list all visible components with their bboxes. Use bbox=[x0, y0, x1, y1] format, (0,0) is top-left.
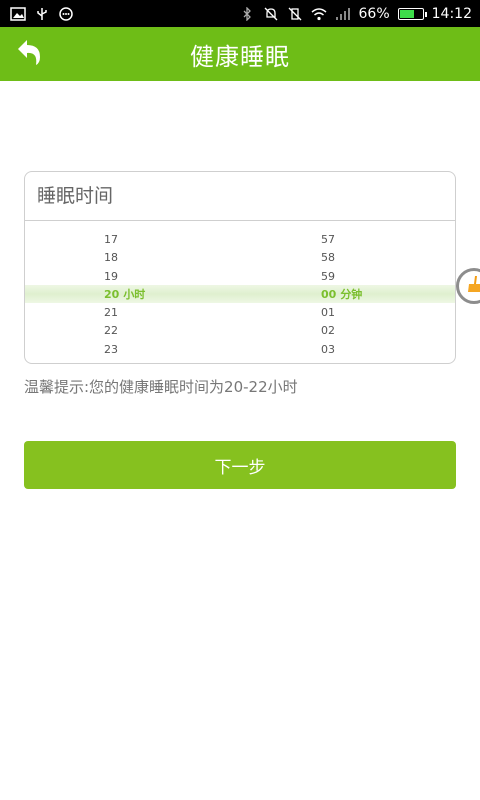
battery-icon bbox=[397, 7, 427, 20]
app-header: 健康睡眠 bbox=[0, 27, 480, 81]
minute-option[interactable]: 01 bbox=[321, 304, 362, 322]
hour-wheel[interactable]: 17 18 19 20 小时 21 22 23 bbox=[104, 231, 145, 359]
bluetooth-icon bbox=[239, 6, 255, 21]
hour-option-value: 20 bbox=[104, 287, 120, 301]
vibrate-off-icon bbox=[287, 7, 303, 21]
minute-option-value: 59 bbox=[321, 269, 335, 283]
status-bar: 66% 14:12 bbox=[0, 0, 480, 27]
minute-option-selected[interactable]: 00 分钟 bbox=[321, 286, 362, 304]
minute-option-value: 00 bbox=[321, 287, 337, 301]
minute-option[interactable]: 59 bbox=[321, 268, 362, 286]
hour-option[interactable]: 21 bbox=[104, 304, 145, 322]
sleep-hint-text: 温馨提示:您的健康睡眠时间为20-22小时 bbox=[24, 378, 298, 396]
minute-option-value: 57 bbox=[321, 233, 335, 246]
hour-option-value: 23 bbox=[104, 342, 118, 356]
time-picker: 17 18 19 20 小时 21 22 23 57 58 59 00 分钟 01 02 03 bbox=[25, 221, 455, 363]
minute-option-value: 01 bbox=[321, 306, 335, 320]
minute-option[interactable]: 58 bbox=[321, 249, 362, 267]
hour-option[interactable]: 19 bbox=[104, 268, 145, 286]
page-title: 健康睡眠 bbox=[190, 42, 290, 71]
mute-icon bbox=[263, 7, 279, 21]
hour-option-value: 19 bbox=[104, 269, 118, 283]
signal-icon bbox=[335, 7, 351, 21]
hour-option[interactable]: 17 bbox=[104, 231, 145, 249]
broom-icon bbox=[465, 275, 480, 297]
minute-option-value: 02 bbox=[321, 324, 335, 338]
hour-option-selected[interactable]: 20 小时 bbox=[104, 286, 145, 304]
usb-icon bbox=[34, 7, 50, 21]
wifi-icon bbox=[311, 7, 327, 21]
status-time: 14:12 bbox=[431, 5, 472, 22]
back-button[interactable] bbox=[8, 33, 50, 75]
picker-selection-band bbox=[25, 285, 455, 303]
battery-percent: 66% bbox=[358, 5, 390, 22]
image-icon bbox=[10, 6, 26, 21]
hour-option-value: 21 bbox=[104, 306, 118, 320]
hour-option-value: 17 bbox=[104, 233, 118, 246]
minute-option[interactable]: 57 bbox=[321, 231, 362, 249]
floating-assist-button[interactable] bbox=[456, 268, 480, 304]
sleep-time-card: 睡眠时间 17 18 19 20 小时 21 22 23 57 58 59 00 分钟 01 02 03 bbox=[24, 171, 456, 364]
hour-option-value: 18 bbox=[104, 251, 118, 265]
hour-option-value: 22 bbox=[104, 324, 118, 338]
minute-option[interactable]: 03 bbox=[321, 341, 362, 359]
minute-option-unit: 分钟 bbox=[340, 287, 363, 301]
minute-wheel[interactable]: 57 58 59 00 分钟 01 02 03 bbox=[321, 231, 362, 359]
hour-option[interactable]: 18 bbox=[104, 249, 145, 267]
next-step-button[interactable]: 下一步 bbox=[24, 441, 456, 489]
hour-option-unit: 小时 bbox=[123, 287, 146, 301]
minute-option-value: 58 bbox=[321, 251, 335, 265]
back-arrow-icon bbox=[14, 37, 44, 71]
minute-option-value: 03 bbox=[321, 342, 335, 356]
card-title: 睡眠时间 bbox=[25, 172, 455, 221]
battery-level-fill bbox=[399, 9, 414, 18]
minute-option[interactable]: 02 bbox=[321, 322, 362, 340]
chat-icon bbox=[58, 6, 74, 21]
hour-option[interactable]: 22 bbox=[104, 322, 145, 340]
hour-option[interactable]: 23 bbox=[104, 341, 145, 359]
